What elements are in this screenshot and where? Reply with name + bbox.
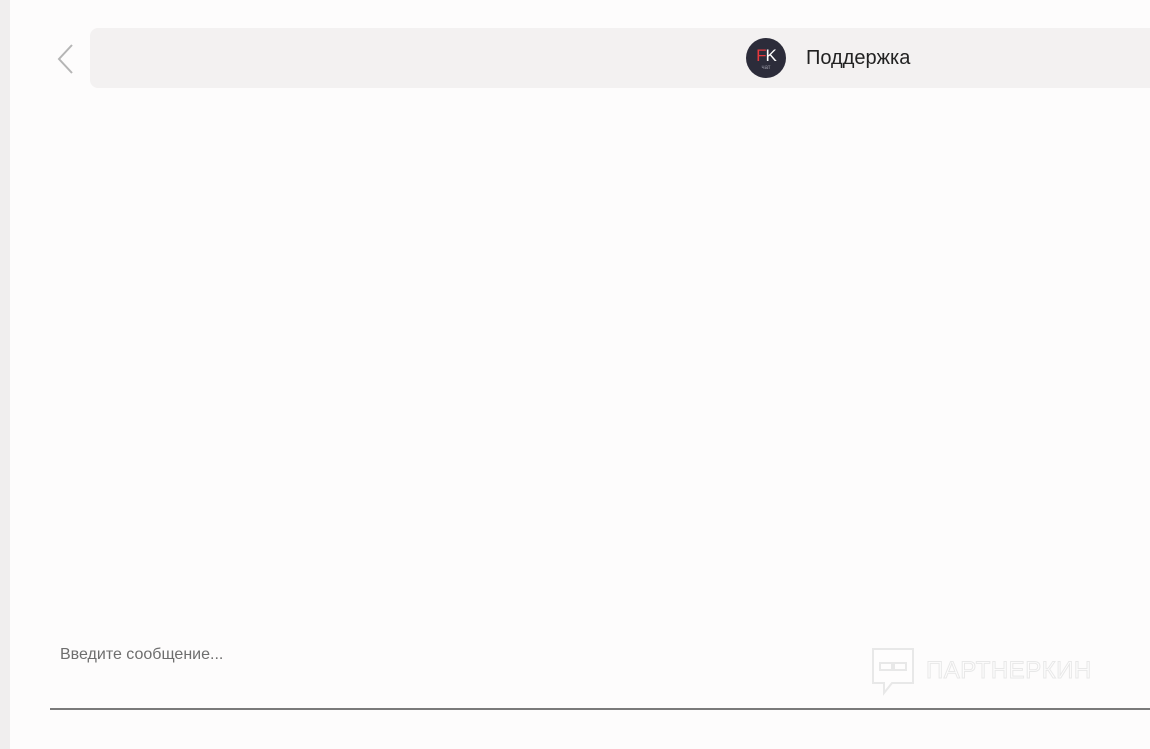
avatar-subtext: чат <box>761 65 771 71</box>
chat-title: Поддержка <box>806 47 911 69</box>
chat-bubble-icon <box>872 648 914 696</box>
avatar-letter-f: F <box>756 46 766 65</box>
messages-area <box>50 100 1150 620</box>
left-sidebar-edge <box>0 0 10 749</box>
message-input[interactable] <box>50 638 860 672</box>
watermark-text: ПАРТНЕРКИН <box>926 657 1092 685</box>
input-underline <box>50 708 1150 710</box>
avatar-letter-k: K <box>765 46 777 65</box>
chevron-left-icon <box>57 44 73 74</box>
avatar-logo: FK <box>756 46 777 65</box>
watermark: ПАРТНЕРКИН <box>870 645 1092 697</box>
chat-header: FK чат Поддержка <box>90 28 1150 88</box>
avatar[interactable]: FK чат <box>746 38 786 78</box>
chat-page: FK чат Поддержка ПАРТНЕРКИН <box>0 0 1150 749</box>
back-button[interactable] <box>50 38 82 80</box>
